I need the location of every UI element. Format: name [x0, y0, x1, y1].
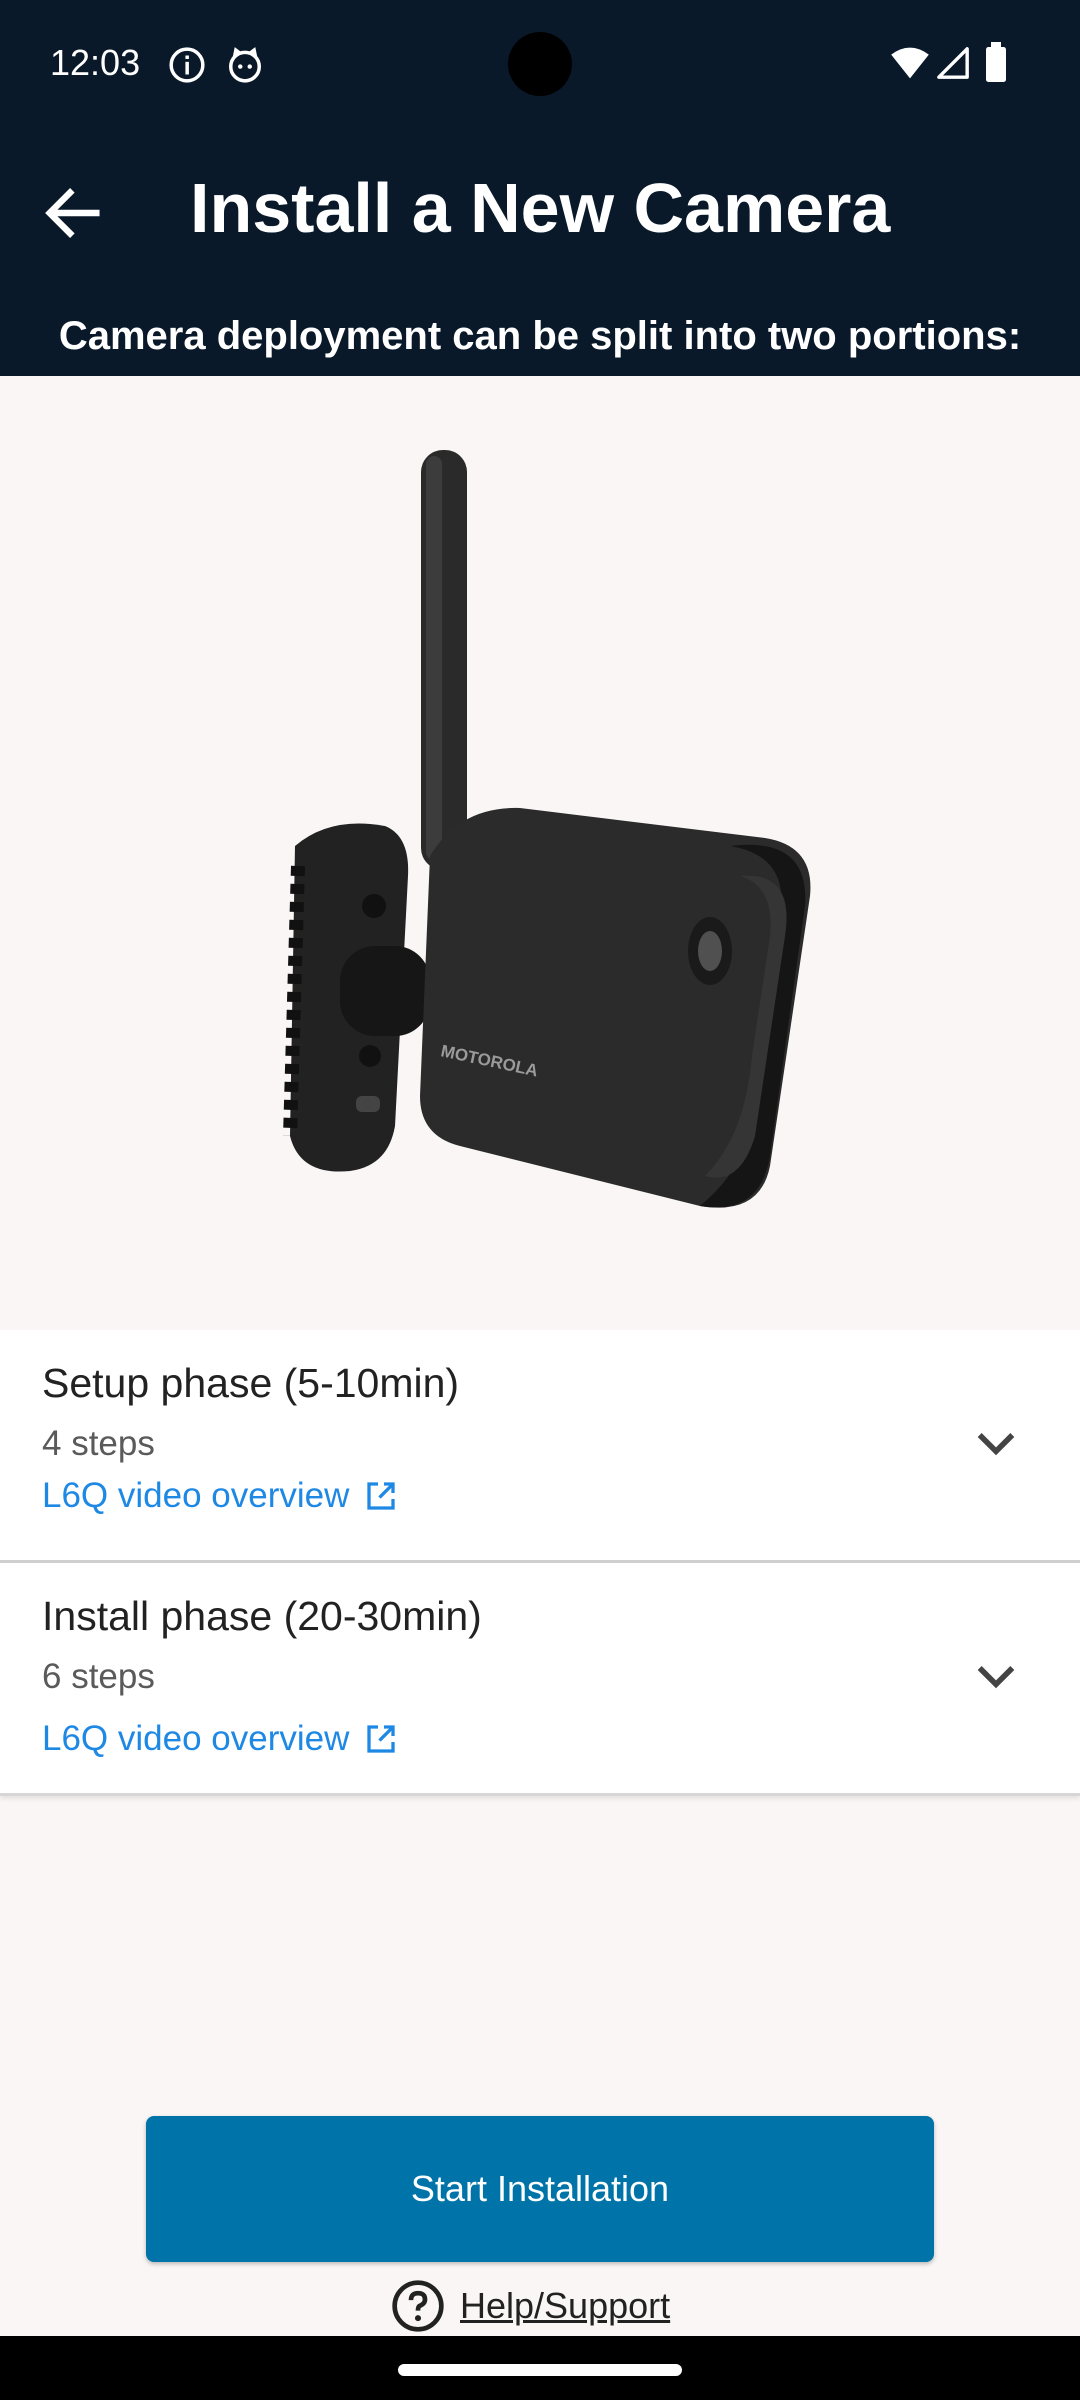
open-external-icon — [367, 1725, 396, 1753]
start-installation-label: Start Installation — [410, 2168, 670, 2209]
cat-icon — [229, 47, 261, 83]
info-icon — [169, 47, 205, 83]
setup-phase-card[interactable]: Setup phase (5-10min) 4 steps L6Q video … — [0, 1330, 1080, 1563]
hero-image-area: MOTOROLA — [0, 376, 1080, 1328]
video-overview-link[interactable]: L6Q video overview — [42, 1476, 399, 1516]
phase-steps: 6 steps — [42, 1657, 155, 1696]
wifi-icon — [891, 47, 929, 79]
video-overview-link[interactable]: L6Q video overview — [42, 1719, 399, 1759]
status-time: 12:03 — [50, 42, 141, 83]
phase-title: Install phase (20-30min) — [42, 1593, 482, 1639]
video-overview-label: L6Q video overview — [42, 1476, 350, 1515]
open-external-icon — [367, 1482, 396, 1510]
start-installation-button[interactable]: Start Installation — [146, 2116, 934, 2262]
chevron-down-icon[interactable] — [968, 1647, 1024, 1703]
status-bar: 12:03 — [0, 0, 1080, 130]
help-support-link[interactable]: Help/Support — [390, 2276, 670, 2336]
battery-icon — [986, 42, 1006, 82]
page-title: Install a New Camera — [190, 169, 891, 247]
video-overview-label: L6Q video overview — [42, 1719, 350, 1758]
signal-icon — [937, 47, 969, 79]
front-camera-cutout — [508, 32, 572, 96]
system-nav-bar — [0, 2336, 1080, 2400]
camera-product-image: MOTOROLA — [283, 450, 811, 1208]
help-support-label: Help/Support — [460, 2285, 671, 2326]
chevron-down-icon[interactable] — [968, 1414, 1024, 1470]
phase-title: Setup phase (5-10min) — [42, 1360, 460, 1406]
arrow-back-icon[interactable] — [38, 178, 108, 248]
help-icon — [392, 2280, 444, 2332]
subtitle-text: Camera deployment can be split into two … — [58, 313, 1022, 358]
subtitle-banner: Camera deployment can be split into two … — [0, 296, 1080, 376]
app-bar: Install a New Camera — [0, 130, 1080, 296]
phase-steps: 4 steps — [42, 1424, 155, 1463]
home-gesture-handle[interactable] — [398, 2364, 682, 2376]
install-phase-card[interactable]: Install phase (20-30min) 6 steps L6Q vid… — [0, 1563, 1080, 1796]
